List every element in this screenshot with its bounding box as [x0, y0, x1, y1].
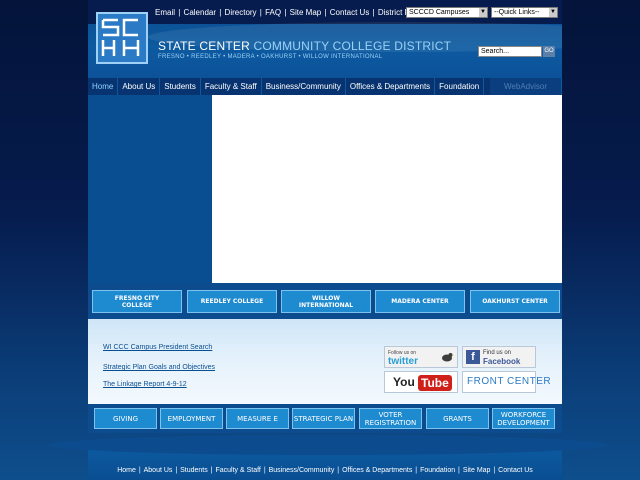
campus-select-value: SCCCD Campuses: [409, 9, 470, 16]
footer-link-site-map[interactable]: Site Map: [463, 467, 491, 474]
footer-link-about-us[interactable]: About Us: [144, 467, 173, 474]
scccd-logo-icon: [101, 18, 140, 56]
nav-faculty-staff[interactable]: Faculty & Staff: [201, 78, 262, 95]
footer-link-contact-us[interactable]: Contact Us: [498, 467, 533, 474]
footer-links: Home | About Us | Students | Faculty & S…: [117, 467, 533, 474]
madera-center-button[interactable]: MADERA CENTER: [375, 290, 465, 313]
calendar-link[interactable]: Calendar: [184, 8, 216, 17]
header: Email | Calendar | Directory | FAQ | Sit…: [88, 0, 562, 78]
oakhurst-center-button[interactable]: OAKHURST CENTER: [470, 290, 560, 313]
giving-button[interactable]: GIVING: [94, 408, 157, 429]
facebook-big-text: Facebook: [483, 357, 521, 366]
campus-buttons: FRESNO CITY COLLEGE REEDLEY COLLEGE WILL…: [88, 283, 562, 319]
footer-link-students[interactable]: Students: [180, 467, 208, 474]
fresno-city-college-button[interactable]: FRESNO CITY COLLEGE: [92, 290, 182, 313]
chevron-down-icon: ▼: [479, 8, 487, 17]
nav-business-community[interactable]: Business/Community: [262, 78, 346, 95]
faq-link[interactable]: FAQ: [265, 8, 281, 17]
strategic-plan-button[interactable]: STRATEGIC PLAN: [292, 408, 355, 429]
frontcenter-logo-text: FRONT CENTER: [467, 376, 552, 387]
youtube-badge[interactable]: You Tube: [384, 371, 458, 393]
search-go-button[interactable]: GO: [543, 46, 555, 57]
nav-foundation[interactable]: Foundation: [435, 78, 485, 95]
email-link[interactable]: Email: [155, 8, 175, 17]
site-map-link[interactable]: Site Map: [290, 8, 322, 17]
news-section: WI CCC Campus President Search Strategic…: [88, 319, 562, 404]
quick-links-select-value: --Quick Links--: [494, 9, 540, 16]
nav-students[interactable]: Students: [160, 78, 201, 95]
twitter-big-text: twitter: [388, 356, 418, 367]
campus-select[interactable]: SCCCD Campuses ▼: [406, 7, 488, 18]
news-link-linkage-report[interactable]: The Linkage Report 4-9-12: [103, 381, 187, 388]
footer-link-foundation[interactable]: Foundation: [420, 467, 455, 474]
facebook-badge[interactable]: f Find us on Facebook: [462, 346, 536, 368]
news-link-president-search[interactable]: WI CCC Campus President Search: [103, 344, 212, 351]
bottom-buttons: GIVING EMPLOYMENT MEASURE E STRATEGIC PL…: [88, 404, 562, 433]
willow-international-button[interactable]: WILLOW INTERNATIONAL: [281, 290, 371, 313]
twitter-bird-icon: [442, 353, 454, 362]
chevron-down-icon: ▼: [549, 8, 557, 17]
employment-button[interactable]: EMPLOYMENT: [160, 408, 223, 429]
main-nav: Home About Us Students Faculty & Staff B…: [88, 78, 562, 95]
footer-link-faculty-staff[interactable]: Faculty & Staff: [215, 467, 260, 474]
college-name-part2: COMMUNITY COLLEGE DISTRICT: [253, 39, 452, 53]
scccd-logo[interactable]: [96, 12, 148, 64]
voter-registration-button[interactable]: VOTER REGISTRATION: [359, 408, 422, 429]
footer-link-business-community[interactable]: Business/Community: [269, 467, 335, 474]
footer: Home | About Us | Students | Faculty & S…: [48, 435, 608, 480]
footer-link-home[interactable]: Home: [117, 467, 136, 474]
contact-us-link[interactable]: Contact Us: [330, 8, 370, 17]
grants-button[interactable]: GRANTS: [426, 408, 489, 429]
facebook-small-text: Find us on: [483, 350, 512, 356]
side-panel: [88, 95, 212, 283]
page: Email | Calendar | Directory | FAQ | Sit…: [48, 0, 608, 480]
college-tagline: FRESNO • REEDLEY • MADERA • OAKHURST • W…: [158, 54, 383, 60]
nav-about-us[interactable]: About Us: [118, 78, 161, 95]
youtube-you-text: You: [393, 375, 415, 389]
facebook-icon: f: [466, 350, 480, 364]
search-input[interactable]: Search...: [478, 46, 542, 57]
directory-link[interactable]: Directory: [225, 8, 257, 17]
reedley-college-button[interactable]: REEDLEY COLLEGE: [187, 290, 277, 313]
top-links: Email | Calendar | Directory | FAQ | Sit…: [155, 8, 427, 17]
nav-webadvisor[interactable]: WebAdvisor: [490, 78, 562, 95]
college-name-part1: STATE CENTER: [158, 39, 250, 53]
nav-offices-departments[interactable]: Offices & Departments: [346, 78, 436, 95]
college-name[interactable]: STATE CENTER COMMUNITY COLLEGE DISTRICT: [158, 39, 451, 53]
twitter-badge[interactable]: Follow us on twitter: [384, 346, 458, 368]
workforce-development-button[interactable]: WORKFORCE DEVELOPMENT: [492, 408, 555, 429]
frontcenter-badge[interactable]: FRONT CENTER: [462, 371, 551, 393]
youtube-tube-text: Tube: [418, 375, 452, 391]
measure-e-button[interactable]: MEASURE E: [226, 408, 289, 429]
footer-link-offices-departments[interactable]: Offices & Departments: [342, 467, 412, 474]
quick-links-select[interactable]: --Quick Links-- ▼: [491, 7, 558, 18]
news-link-strategic-plan[interactable]: Strategic Plan Goals and Objectives: [103, 364, 215, 371]
nav-home[interactable]: Home: [88, 78, 119, 95]
